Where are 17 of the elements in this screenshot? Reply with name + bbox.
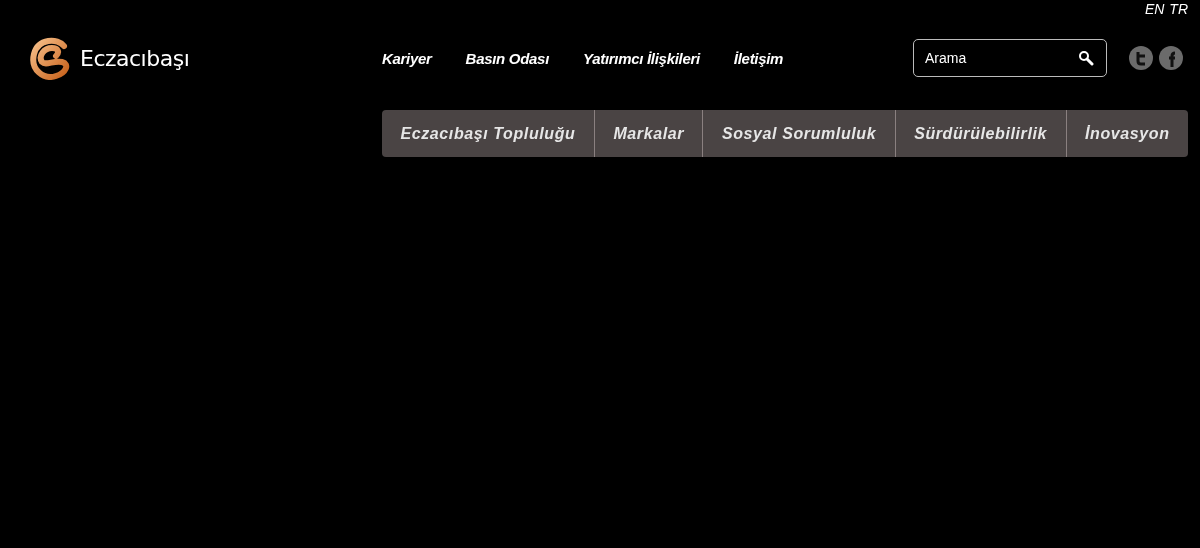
nav-item[interactable]: Markalar bbox=[593, 110, 703, 157]
nav-item[interactable]: Sürdürülebilirlik bbox=[894, 110, 1066, 157]
logo-icon bbox=[30, 36, 72, 80]
logo-text[interactable]: Eczacıbaşı bbox=[80, 45, 190, 71]
nav-item[interactable]: İnovasyon bbox=[1065, 110, 1188, 157]
nav-item[interactable]: Eczacıbaşı Topluluğu bbox=[382, 110, 594, 157]
search-icon[interactable] bbox=[1078, 50, 1094, 66]
language-link[interactable]: EN bbox=[1144, 1, 1165, 19]
language-link[interactable]: TR bbox=[1169, 1, 1188, 19]
top-link[interactable]: Kariyer bbox=[382, 49, 432, 67]
nav-item[interactable]: Sosyal Sorumluluk bbox=[702, 110, 895, 157]
top-link[interactable]: Yatırımcı İlişkileri bbox=[583, 49, 700, 67]
search-field[interactable]: Arama bbox=[913, 39, 1107, 77]
facebook-icon[interactable] bbox=[1159, 46, 1183, 70]
top-link[interactable]: İletişim bbox=[733, 49, 784, 67]
top-link[interactable]: Basın Odası bbox=[465, 49, 549, 67]
twitter-icon[interactable] bbox=[1129, 46, 1153, 70]
